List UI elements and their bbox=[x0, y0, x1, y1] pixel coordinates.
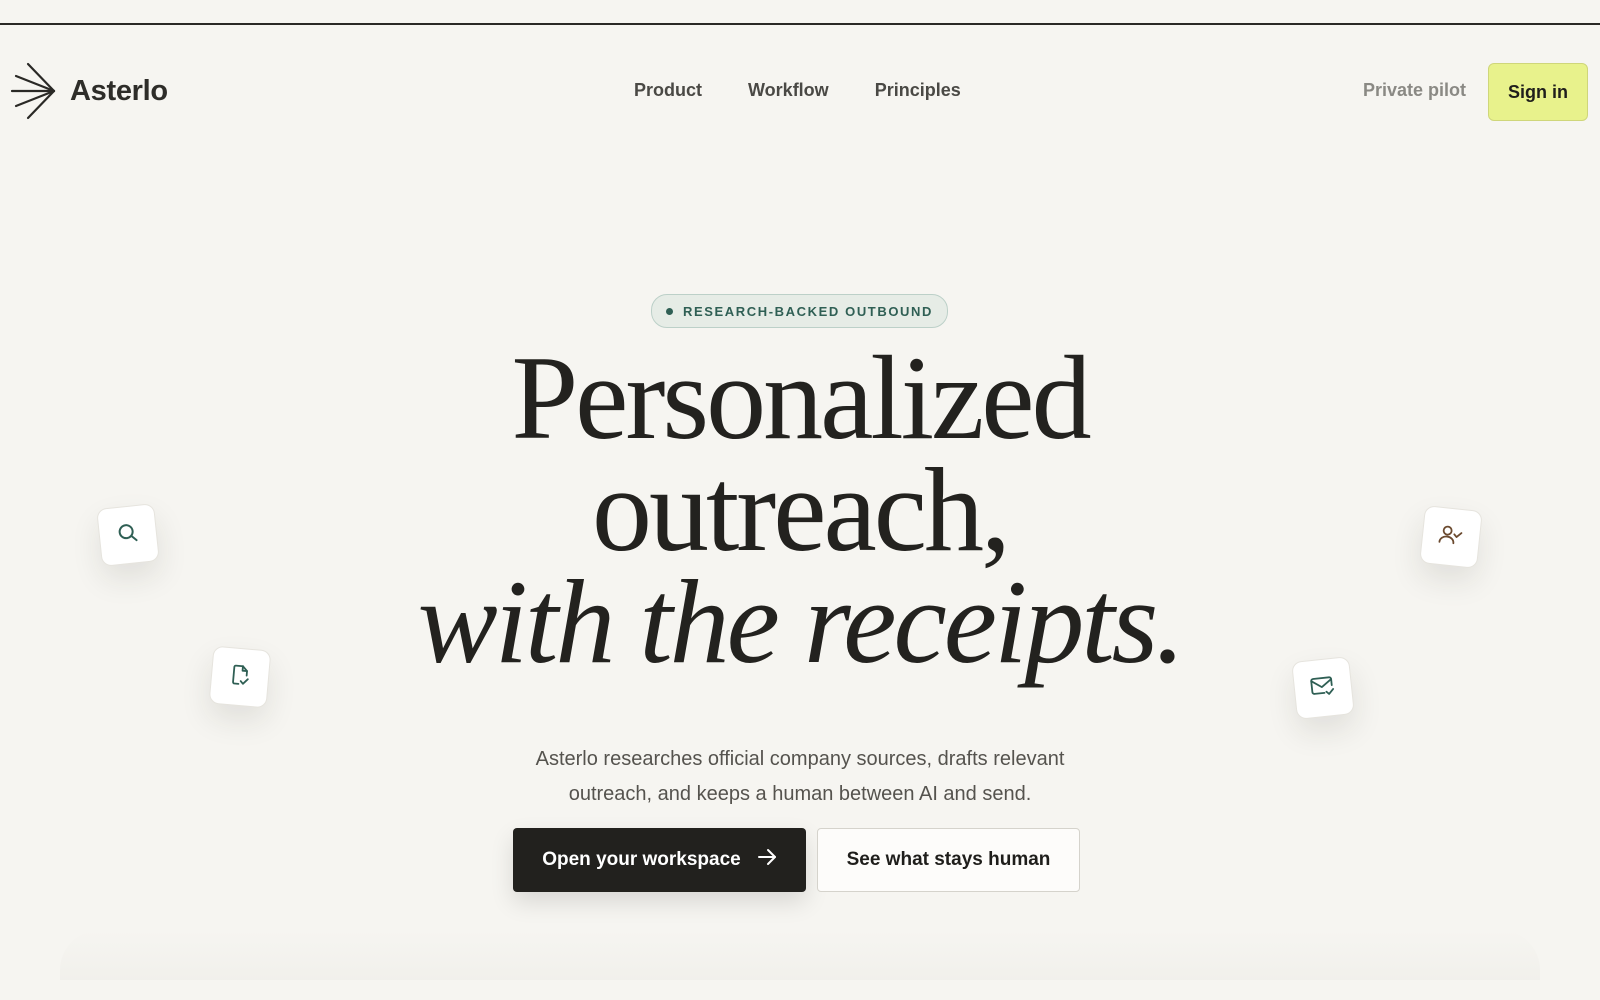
bottom-section-edge bbox=[60, 930, 1540, 980]
headline-line-3: with the receipts. bbox=[417, 555, 1186, 688]
hero-badge: RESEARCH-BACKED OUTBOUND bbox=[651, 294, 949, 328]
hero-headline: Personalized outreach, with the receipts… bbox=[300, 331, 1300, 688]
search-icon bbox=[115, 519, 142, 550]
headline-line-2: outreach, bbox=[591, 443, 1011, 576]
subtitle-line-1: Asterlo researches official company sour… bbox=[535, 748, 1065, 770]
nav-link-product[interactable]: Product bbox=[634, 80, 702, 101]
hero-subtitle: Asterlo researches official company sour… bbox=[400, 742, 1200, 812]
headline-line-1: Personalized bbox=[511, 331, 1091, 464]
floating-search-card bbox=[96, 503, 160, 567]
arrow-right-icon bbox=[757, 848, 777, 872]
nav-link-principles[interactable]: Principles bbox=[875, 80, 961, 101]
floating-user-card bbox=[1419, 505, 1483, 569]
subtitle-line-2: outreach, and keeps a human between AI a… bbox=[568, 783, 1032, 805]
badge-dot-icon bbox=[666, 307, 673, 315]
open-workspace-label: Open your workspace bbox=[542, 849, 741, 870]
user-check-icon bbox=[1437, 521, 1466, 553]
see-what-stays-human-button[interactable]: See what stays human bbox=[817, 828, 1080, 892]
brand-logo[interactable]: Asterlo bbox=[10, 62, 168, 120]
landing-page: Asterlo Product Workflow Principles Priv… bbox=[0, 0, 1600, 1000]
brand-name: Asterlo bbox=[70, 74, 168, 107]
top-divider bbox=[0, 23, 1600, 25]
badge-label: RESEARCH-BACKED OUTBOUND bbox=[683, 303, 934, 319]
floating-mail-card bbox=[1291, 656, 1355, 720]
sign-in-button[interactable]: Sign in bbox=[1488, 63, 1588, 121]
private-pilot-link[interactable]: Private pilot bbox=[1363, 80, 1466, 101]
floating-document-card bbox=[208, 645, 272, 709]
mail-check-icon bbox=[1309, 673, 1338, 703]
asterisk-arrow-icon bbox=[10, 62, 56, 120]
document-check-icon bbox=[227, 662, 253, 693]
nav-link-workflow[interactable]: Workflow bbox=[748, 80, 829, 101]
main-nav: Product Workflow Principles bbox=[634, 80, 961, 101]
open-workspace-button[interactable]: Open your workspace bbox=[513, 828, 806, 892]
